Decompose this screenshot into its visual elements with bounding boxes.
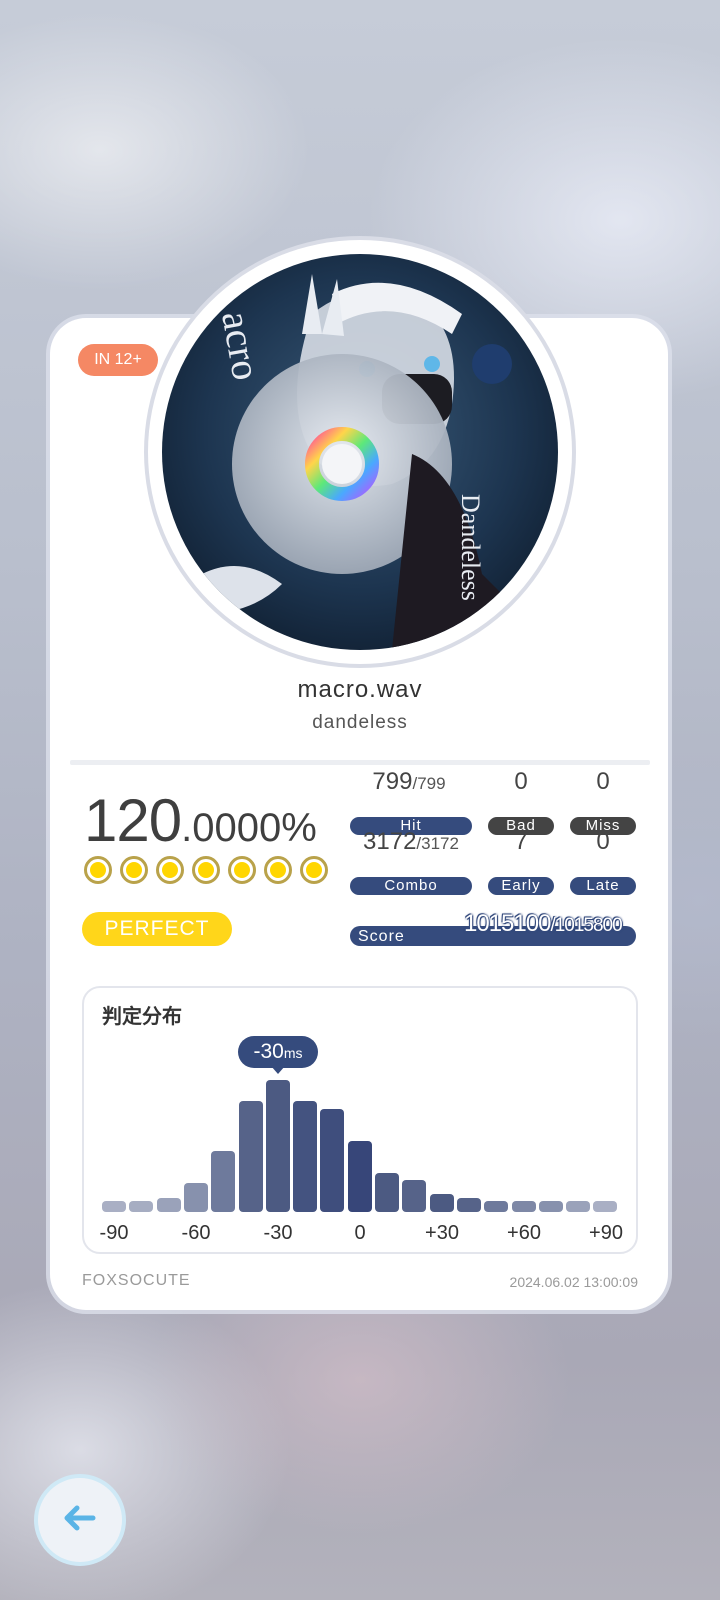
back-button[interactable]: [34, 1474, 126, 1566]
score-number: 1015100: [464, 910, 551, 937]
player-name: FOXSOCUTE: [82, 1272, 191, 1289]
distribution-bar: [484, 1201, 509, 1212]
distribution-bar: [347, 1140, 372, 1212]
bad-count: 0: [514, 768, 528, 795]
song-title: macro.wav: [297, 676, 423, 703]
medal-row: [84, 856, 328, 884]
play-date: 2024.06.02 13:00:09: [509, 1274, 638, 1290]
tooltip-pointer: [271, 1066, 285, 1074]
score-value: 1015100/1015800: [464, 910, 623, 938]
combo-value: 3172: [363, 828, 417, 855]
distribution-bar: [320, 1108, 345, 1212]
axis-tick-label: -90: [99, 1222, 129, 1244]
score-max: /1015800: [550, 915, 622, 936]
combo-label: Combo: [350, 877, 472, 895]
axis-tick-label: +90: [589, 1222, 623, 1244]
difficulty-level-badge: IN 12+: [78, 344, 158, 376]
medal-icon: [264, 856, 292, 884]
axis-tick-label: -60: [181, 1222, 211, 1244]
miss-count: 0: [596, 768, 610, 795]
axis-tick-label: +60: [507, 1222, 541, 1244]
song-artist: dandeless: [312, 712, 408, 733]
distribution-bar: [456, 1197, 481, 1212]
accuracy-decimal: .0000%: [181, 806, 317, 850]
distribution-bar: [511, 1201, 536, 1212]
medal-icon: [192, 856, 220, 884]
medal-icon: [84, 856, 112, 884]
accuracy-display: 120.0000%: [84, 786, 317, 855]
medal-icon: [228, 856, 256, 884]
distribution-bar: [102, 1201, 126, 1212]
late-label: Late: [570, 877, 636, 895]
early-count: 7: [514, 828, 528, 855]
distribution-title: 判定分布: [102, 1004, 182, 1028]
tooltip-unit: ms: [283, 1045, 303, 1061]
medal-icon: [120, 856, 148, 884]
distribution-bar: [429, 1194, 454, 1212]
late-count: 0: [596, 828, 610, 855]
arrow-left-icon: [63, 1505, 97, 1535]
tooltip-value: -30: [253, 1040, 284, 1063]
distribution-bar: [238, 1101, 263, 1212]
axis-tick-label: -30: [263, 1222, 293, 1244]
divider: [70, 760, 650, 765]
distribution-bar: [183, 1183, 208, 1212]
early-label: Early: [488, 877, 554, 895]
distribution-bar: [593, 1201, 618, 1212]
combo-total: /3172: [416, 834, 459, 853]
grade-badge: PERFECT: [82, 912, 232, 946]
song-jacket-image: acro Dandeless: [162, 254, 558, 650]
score-label: Score: [358, 928, 405, 945]
distribution-bar: [375, 1172, 399, 1212]
distribution-bar: [211, 1151, 236, 1212]
distribution-bar: [402, 1179, 427, 1212]
distribution-bar: [265, 1080, 290, 1212]
axis-tick-label: +30: [425, 1222, 459, 1244]
distribution-bar: [156, 1197, 181, 1212]
axis-tick-label: 0: [354, 1222, 366, 1244]
medal-icon: [300, 856, 328, 884]
svg-text:Dandeless: Dandeless: [456, 494, 485, 601]
accuracy-integer: 120: [84, 787, 182, 854]
distribution-bar: [129, 1201, 154, 1212]
distribution-bar: [538, 1201, 563, 1212]
hit-count: 799/799: [350, 768, 468, 796]
hit-total: /799: [412, 774, 446, 793]
hit-value: 799: [372, 768, 413, 795]
distribution-bar: [293, 1101, 318, 1212]
medal-icon: [156, 856, 184, 884]
combo-count: 3172/3172: [350, 828, 472, 856]
distribution-bar: [566, 1201, 591, 1212]
offset-tooltip: -30ms: [238, 1036, 318, 1068]
